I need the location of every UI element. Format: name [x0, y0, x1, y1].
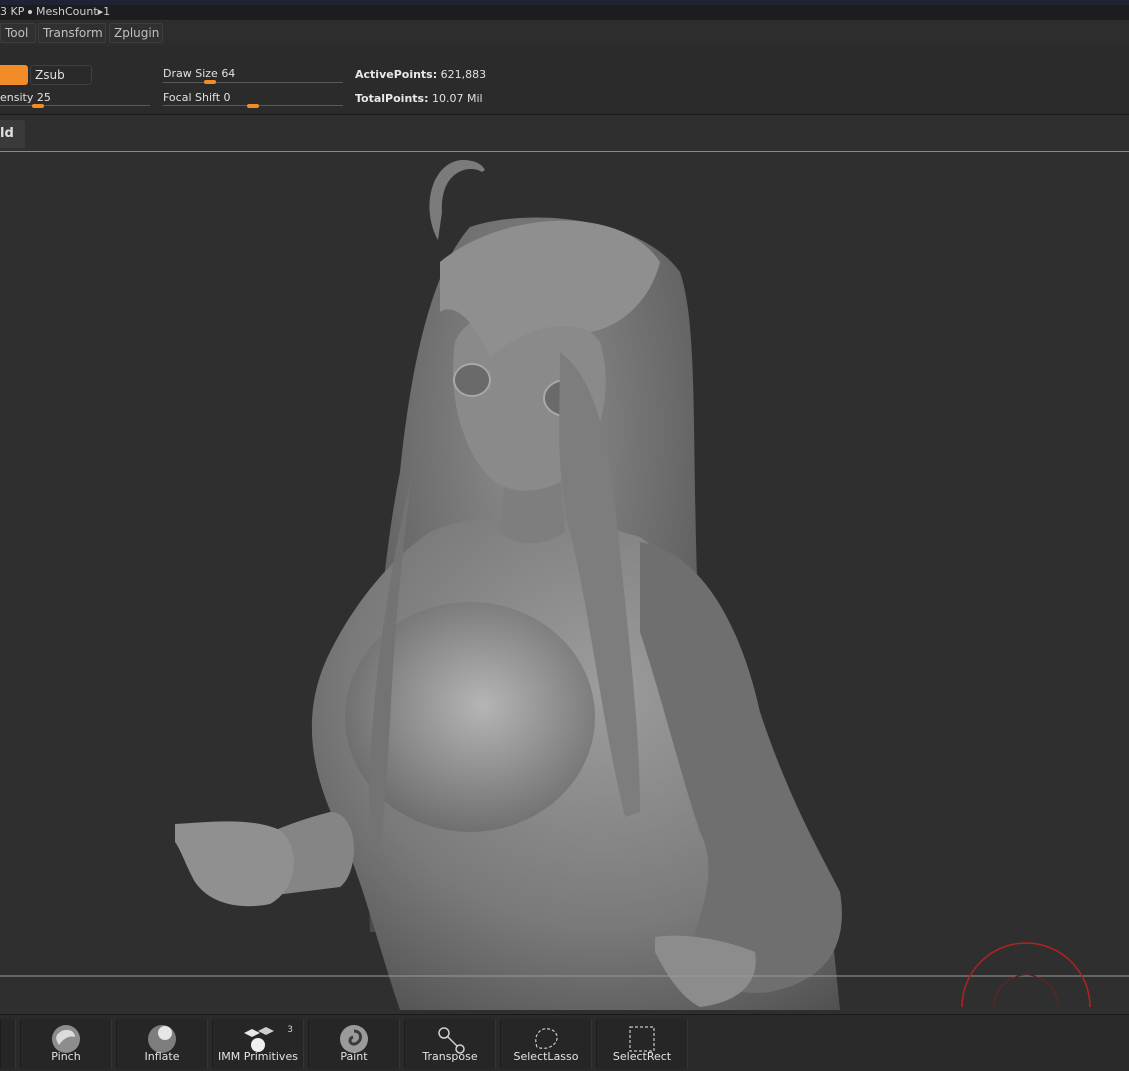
total-points-label: TotalPoints: — [355, 92, 429, 105]
draw-size-value: 64 — [221, 67, 236, 80]
active-points-label: ActivePoints: — [355, 68, 438, 81]
brush-bar: Pinch Inflate 3 IMM Primitives Paint Tra… — [0, 1014, 1129, 1071]
brush-slot-partial[interactable] — [0, 1019, 16, 1069]
kp-readout: 3 KP — [0, 5, 25, 18]
brush-label: Pinch — [51, 1050, 81, 1063]
menu-tool[interactable]: Tool — [0, 23, 36, 43]
brush-label: SelectRect — [612, 1050, 672, 1063]
document-tab-strip: ld — [0, 115, 1129, 152]
draw-size-slider[interactable]: Draw Size 64 — [163, 67, 235, 80]
active-points-stat: ActivePoints: 621,883 — [355, 68, 486, 81]
brush-pinch[interactable]: Pinch — [20, 1019, 112, 1069]
menu-transform[interactable]: Transform — [38, 23, 106, 43]
brush-transpose[interactable]: Transpose — [404, 1019, 496, 1069]
menu-zplugin[interactable]: Zplugin — [109, 23, 163, 43]
active-points-value: 621,883 — [440, 68, 487, 81]
brush-cursor-inner-icon — [993, 974, 1059, 1008]
brush-label: IMM Primitives — [218, 1050, 298, 1063]
intensity-value: 25 — [36, 91, 51, 104]
brush-label: Transpose — [422, 1050, 478, 1063]
tool-shelf: Zsub Draw Size 64 ensity 25 Focal Shift … — [0, 46, 1129, 115]
focal-shift-knob[interactable] — [247, 104, 259, 108]
brush-inflate[interactable]: Inflate — [116, 1019, 208, 1069]
focal-shift-value: 0 — [223, 91, 231, 104]
intensity-knob[interactable] — [31, 104, 44, 108]
intensity-label: ensity — [0, 91, 34, 104]
focal-shift-label: Focal Shift — [163, 91, 221, 104]
total-points-stat: TotalPoints: 10.07 Mil — [355, 92, 483, 105]
draw-size-track[interactable] — [163, 82, 343, 83]
brush-label: Inflate — [144, 1050, 180, 1063]
brush-label: SelectLasso — [513, 1050, 579, 1063]
bullet-icon — [28, 10, 32, 14]
focal-shift-slider[interactable]: Focal Shift 0 — [163, 91, 231, 104]
brush-imm-primitives[interactable]: 3 IMM Primitives — [212, 1019, 304, 1069]
brush-select-rect[interactable]: SelectRect — [596, 1019, 688, 1069]
sculpt-viewport[interactable] — [0, 152, 1129, 1010]
zsub-button[interactable]: Zsub — [30, 65, 92, 85]
meshcount-readout: MeshCount▸1 — [28, 5, 110, 19]
brush-label: Paint — [340, 1050, 368, 1063]
intensity-slider[interactable]: ensity 25 — [0, 91, 51, 104]
tab-build[interactable]: ld — [0, 120, 25, 148]
zadd-button[interactable] — [0, 65, 28, 85]
total-points-value: 10.07 Mil — [431, 92, 483, 105]
left-hand — [175, 821, 294, 907]
brush-paint[interactable]: Paint — [308, 1019, 400, 1069]
status-bar: 3 KP MeshCount▸1 — [0, 0, 1129, 20]
draw-size-knob[interactable] — [203, 80, 216, 84]
left-eye — [453, 363, 491, 397]
intensity-track[interactable] — [0, 105, 150, 106]
menu-bar: Tool Transform Zplugin — [0, 21, 1129, 46]
brush-select-lasso[interactable]: SelectLasso — [500, 1019, 592, 1069]
meshcount-text: MeshCount▸1 — [36, 5, 111, 18]
draw-size-label: Draw Size — [163, 67, 218, 80]
sculpt-model — [0, 160, 1129, 1010]
brush-count-badge: 3 — [287, 1025, 293, 1035]
